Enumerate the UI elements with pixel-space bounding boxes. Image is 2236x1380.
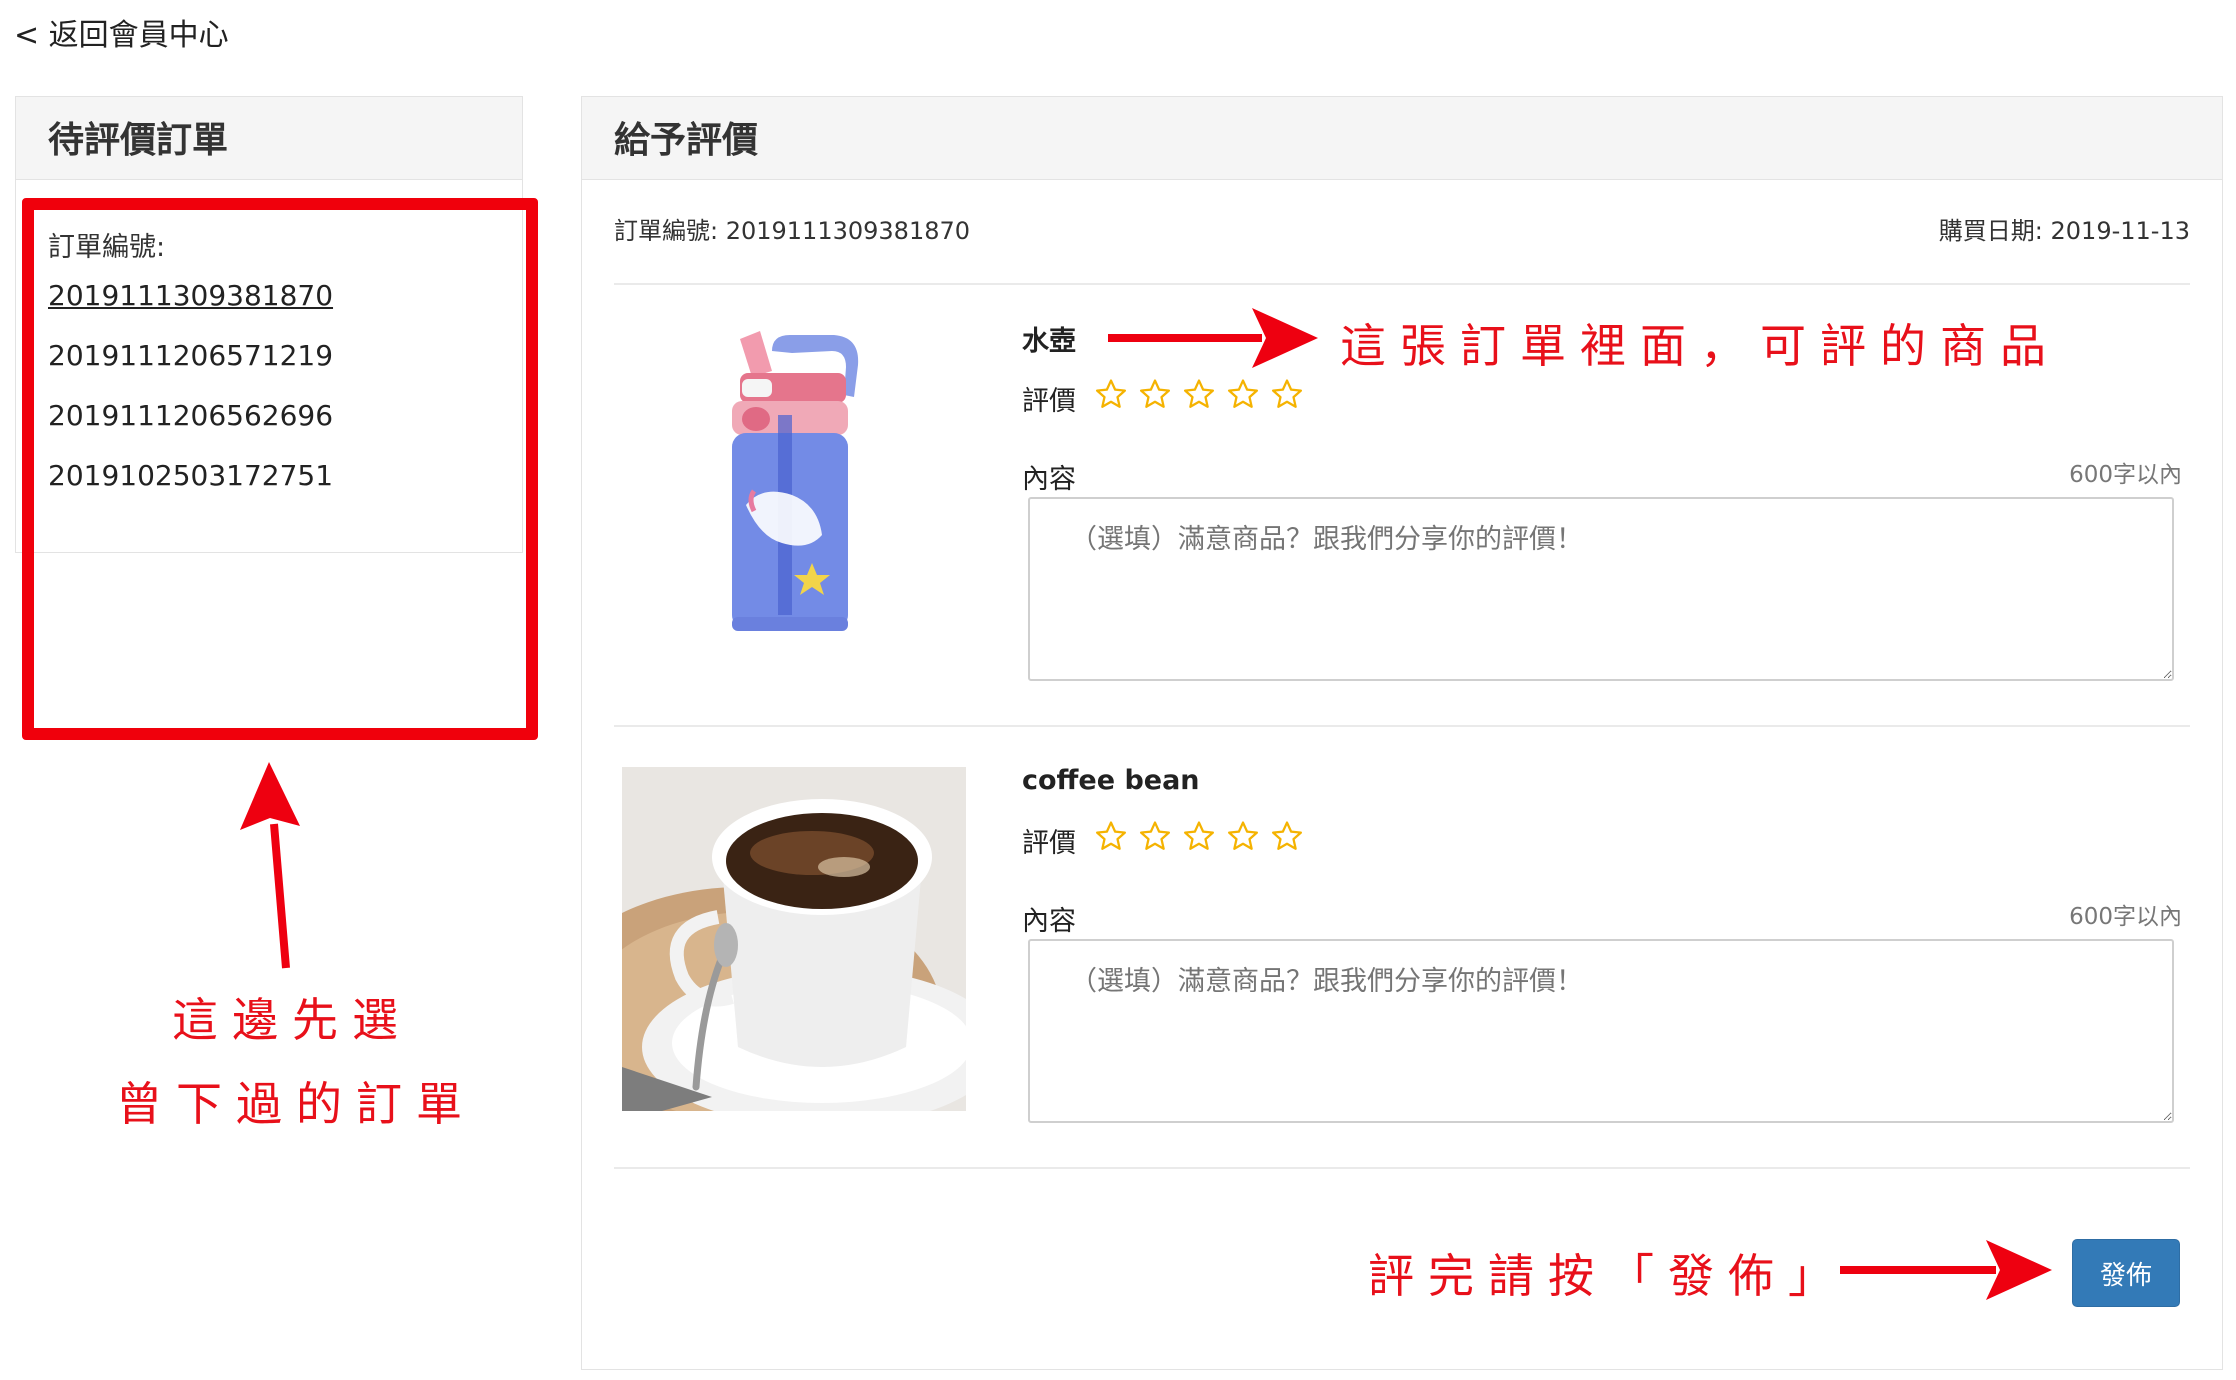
arrow-right-icon [1108, 308, 1318, 368]
arrow-right-icon [1840, 1240, 2052, 1300]
arrow-up-icon [240, 762, 300, 969]
annotation-arrows [240, 308, 2052, 1300]
